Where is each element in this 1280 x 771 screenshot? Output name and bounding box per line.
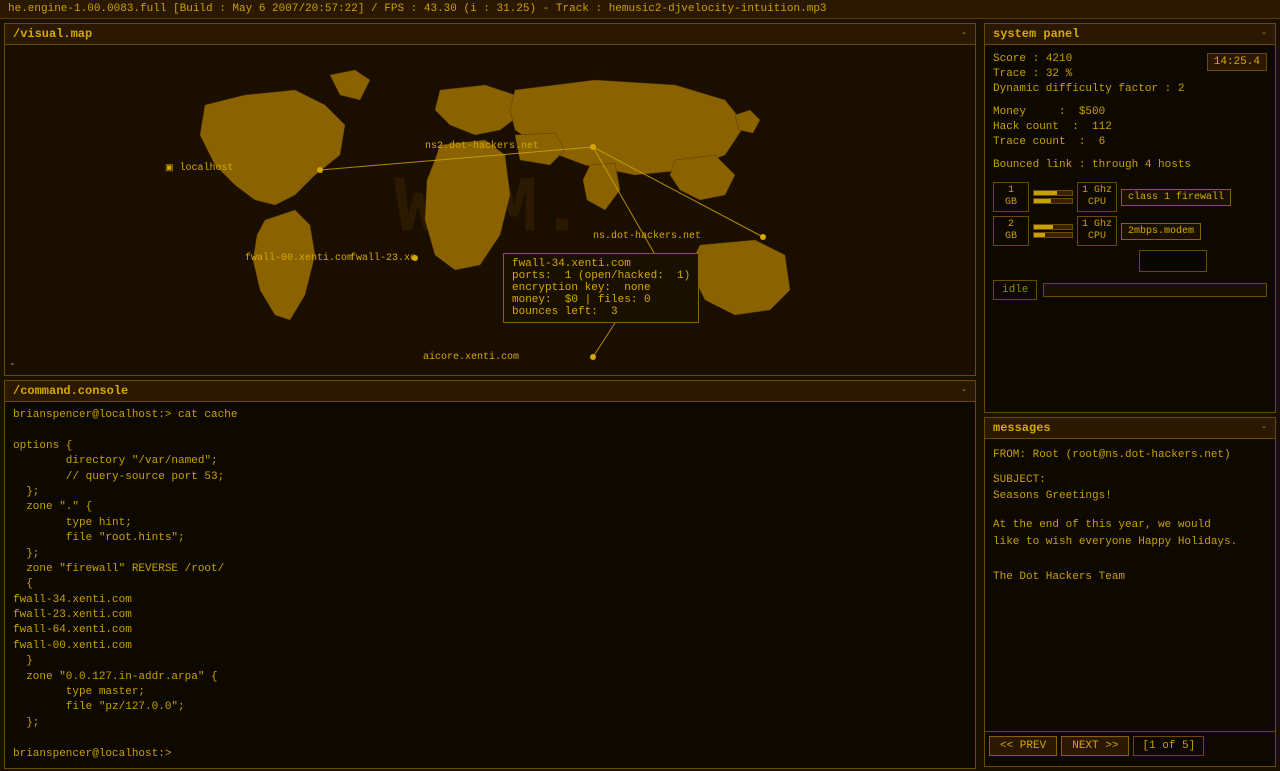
hack-value: 112	[1092, 121, 1112, 133]
money-label: Money	[993, 106, 1026, 118]
hw-component-1: class 1 firewall	[1121, 189, 1231, 206]
trace-count-label: Trace count	[993, 136, 1066, 148]
hw-bar-fill-2b	[1034, 233, 1045, 237]
greenland	[330, 70, 370, 100]
hw-bar-fill-1b	[1034, 199, 1051, 203]
title-bar: he.engine-1.00.0083.full [Build : May 6 …	[0, 0, 1280, 19]
hw-row-3	[993, 250, 1267, 272]
node-ns[interactable]	[760, 234, 766, 240]
money-row: Money : $500	[993, 106, 1267, 118]
status-progress-bar	[1043, 283, 1267, 297]
hw-bar-2b	[1033, 232, 1073, 238]
label-localhost: ▣ localhost	[165, 163, 234, 174]
hw-row-1: 1 GB 1 Ghz CPU class 1 firewall	[993, 182, 1267, 212]
node-localhost[interactable]	[317, 167, 323, 173]
messages-title: messages	[993, 421, 1051, 435]
left-column: /visual.map - W.M.	[0, 19, 980, 771]
score-label: Score :	[993, 53, 1046, 65]
visual-map-title: /visual.map	[13, 27, 92, 41]
ddf-label: Dynamic difficulty factor :	[993, 83, 1178, 95]
trace-value: 32 %	[1046, 68, 1072, 80]
hw-bar-1a	[1033, 190, 1073, 196]
main-layout: /visual.map - W.M.	[0, 19, 1280, 771]
console-title: /command.console	[13, 384, 128, 398]
console-header: /command.console -	[5, 381, 975, 402]
hw-mem-2: 2 GB	[993, 216, 1029, 246]
hw-component-2: 2mbps.modem	[1121, 223, 1201, 240]
label-fwall23: fwall-23.xe	[350, 253, 416, 264]
hw-cpu-2: 1 Ghz CPU	[1077, 216, 1117, 246]
console-minimize[interactable]: -	[961, 386, 967, 397]
label-aicore: aicore.xenti.com	[423, 352, 519, 363]
next-button[interactable]: NEXT >>	[1061, 736, 1129, 756]
map-minus-btn[interactable]: -	[9, 359, 16, 371]
world-map-svg	[5, 45, 975, 375]
hw-bar-fill-1a	[1034, 191, 1057, 195]
bounced-row: Bounced link : through 4 hosts	[993, 159, 1267, 171]
hw-bar-2a	[1033, 224, 1073, 230]
system-minimize[interactable]: -	[1261, 29, 1267, 40]
ddf-row: Dynamic difficulty factor : 2	[993, 83, 1267, 95]
messages-header: messages -	[985, 418, 1275, 439]
visual-map-minimize[interactable]: -	[961, 29, 967, 40]
map-tooltip-fwall34: fwall-34.xenti.com ports: 1 (open/hacked…	[503, 253, 699, 323]
label-ns: ns.dot-hackers.net	[593, 231, 701, 242]
messages-footer: << PREV NEXT >> [1 of 5]	[985, 731, 1275, 760]
system-title: system panel	[993, 27, 1079, 41]
visual-map-header: /visual.map -	[5, 24, 975, 45]
japan	[735, 110, 760, 133]
right-column: system panel - 14:25.4 Score : 4210 Trac…	[980, 19, 1280, 771]
south-america	[253, 210, 315, 320]
score-value: 4210	[1046, 53, 1072, 65]
label-ns2: ns2.dot-hackers.net	[425, 141, 539, 152]
trace-count-row: Trace count : 6	[993, 136, 1267, 148]
system-time: 14:25.4	[1207, 53, 1267, 71]
status-row: idle	[993, 280, 1267, 300]
money-value: $500	[1079, 106, 1105, 118]
msg-subject-label: SUBJECT:	[993, 472, 1267, 489]
system-panel: system panel - 14:25.4 Score : 4210 Trac…	[984, 23, 1276, 413]
india	[583, 163, 620, 210]
status-label: idle	[993, 280, 1037, 300]
messages-panel: messages - FROM: Root (root@ns.dot-hacke…	[984, 417, 1276, 767]
command-console-panel: /command.console - brianspencer@localhos…	[4, 380, 976, 769]
page-indicator: [1 of 5]	[1133, 736, 1204, 756]
map-container: W.M.	[5, 45, 975, 375]
africa	[425, 140, 510, 270]
hw-dark-box	[1139, 250, 1207, 272]
ddf-value: 2	[1178, 83, 1185, 95]
bounced-label: Bounced link : through 4 hosts	[993, 159, 1191, 171]
messages-minimize[interactable]: -	[1261, 423, 1267, 434]
messages-content: FROM: Root (root@ns.dot-hackers.net) SUB…	[985, 439, 1275, 731]
hw-cpu-1: 1 Ghz CPU	[1077, 182, 1117, 212]
hw-row-2: 2 GB 1 Ghz CPU 2mbps.modem	[993, 216, 1267, 246]
title-text: he.engine-1.00.0083.full [Build : May 6 …	[8, 3, 827, 15]
msg-subject: Seasons Greetings!	[993, 488, 1267, 505]
north-america	[200, 90, 345, 205]
hw-bar-1b	[1033, 198, 1073, 204]
hw-bar-fill-2a	[1034, 225, 1053, 229]
node-ns2[interactable]	[590, 144, 596, 150]
prev-button[interactable]: << PREV	[989, 736, 1057, 756]
msg-body: At the end of this year, we would like t…	[993, 517, 1267, 587]
hack-label: Hack count	[993, 121, 1059, 133]
node-aicore[interactable]	[590, 354, 596, 360]
visual-map-panel: /visual.map - W.M.	[4, 23, 976, 376]
console-content[interactable]: brianspencer@localhost:> cat cache optio…	[5, 402, 975, 761]
label-fwall00: fwall-00.xenti.com	[245, 253, 353, 264]
msg-from: FROM: Root (root@ns.dot-hackers.net)	[993, 447, 1267, 464]
score-row: 14:25.4 Score : 4210	[993, 53, 1267, 65]
australia	[693, 240, 790, 315]
hw-bars-2	[1033, 224, 1073, 238]
hack-row: Hack count : 112	[993, 121, 1267, 133]
system-content: 14:25.4 Score : 4210 Trace : 32 % Dynami…	[985, 45, 1275, 308]
system-header: system panel -	[985, 24, 1275, 45]
hw-mem-1: 1 GB	[993, 182, 1029, 212]
trace-label: Trace :	[993, 68, 1046, 80]
trace-count-value: 6	[1099, 136, 1106, 148]
europe	[435, 85, 520, 135]
hw-bars-1	[1033, 190, 1073, 204]
